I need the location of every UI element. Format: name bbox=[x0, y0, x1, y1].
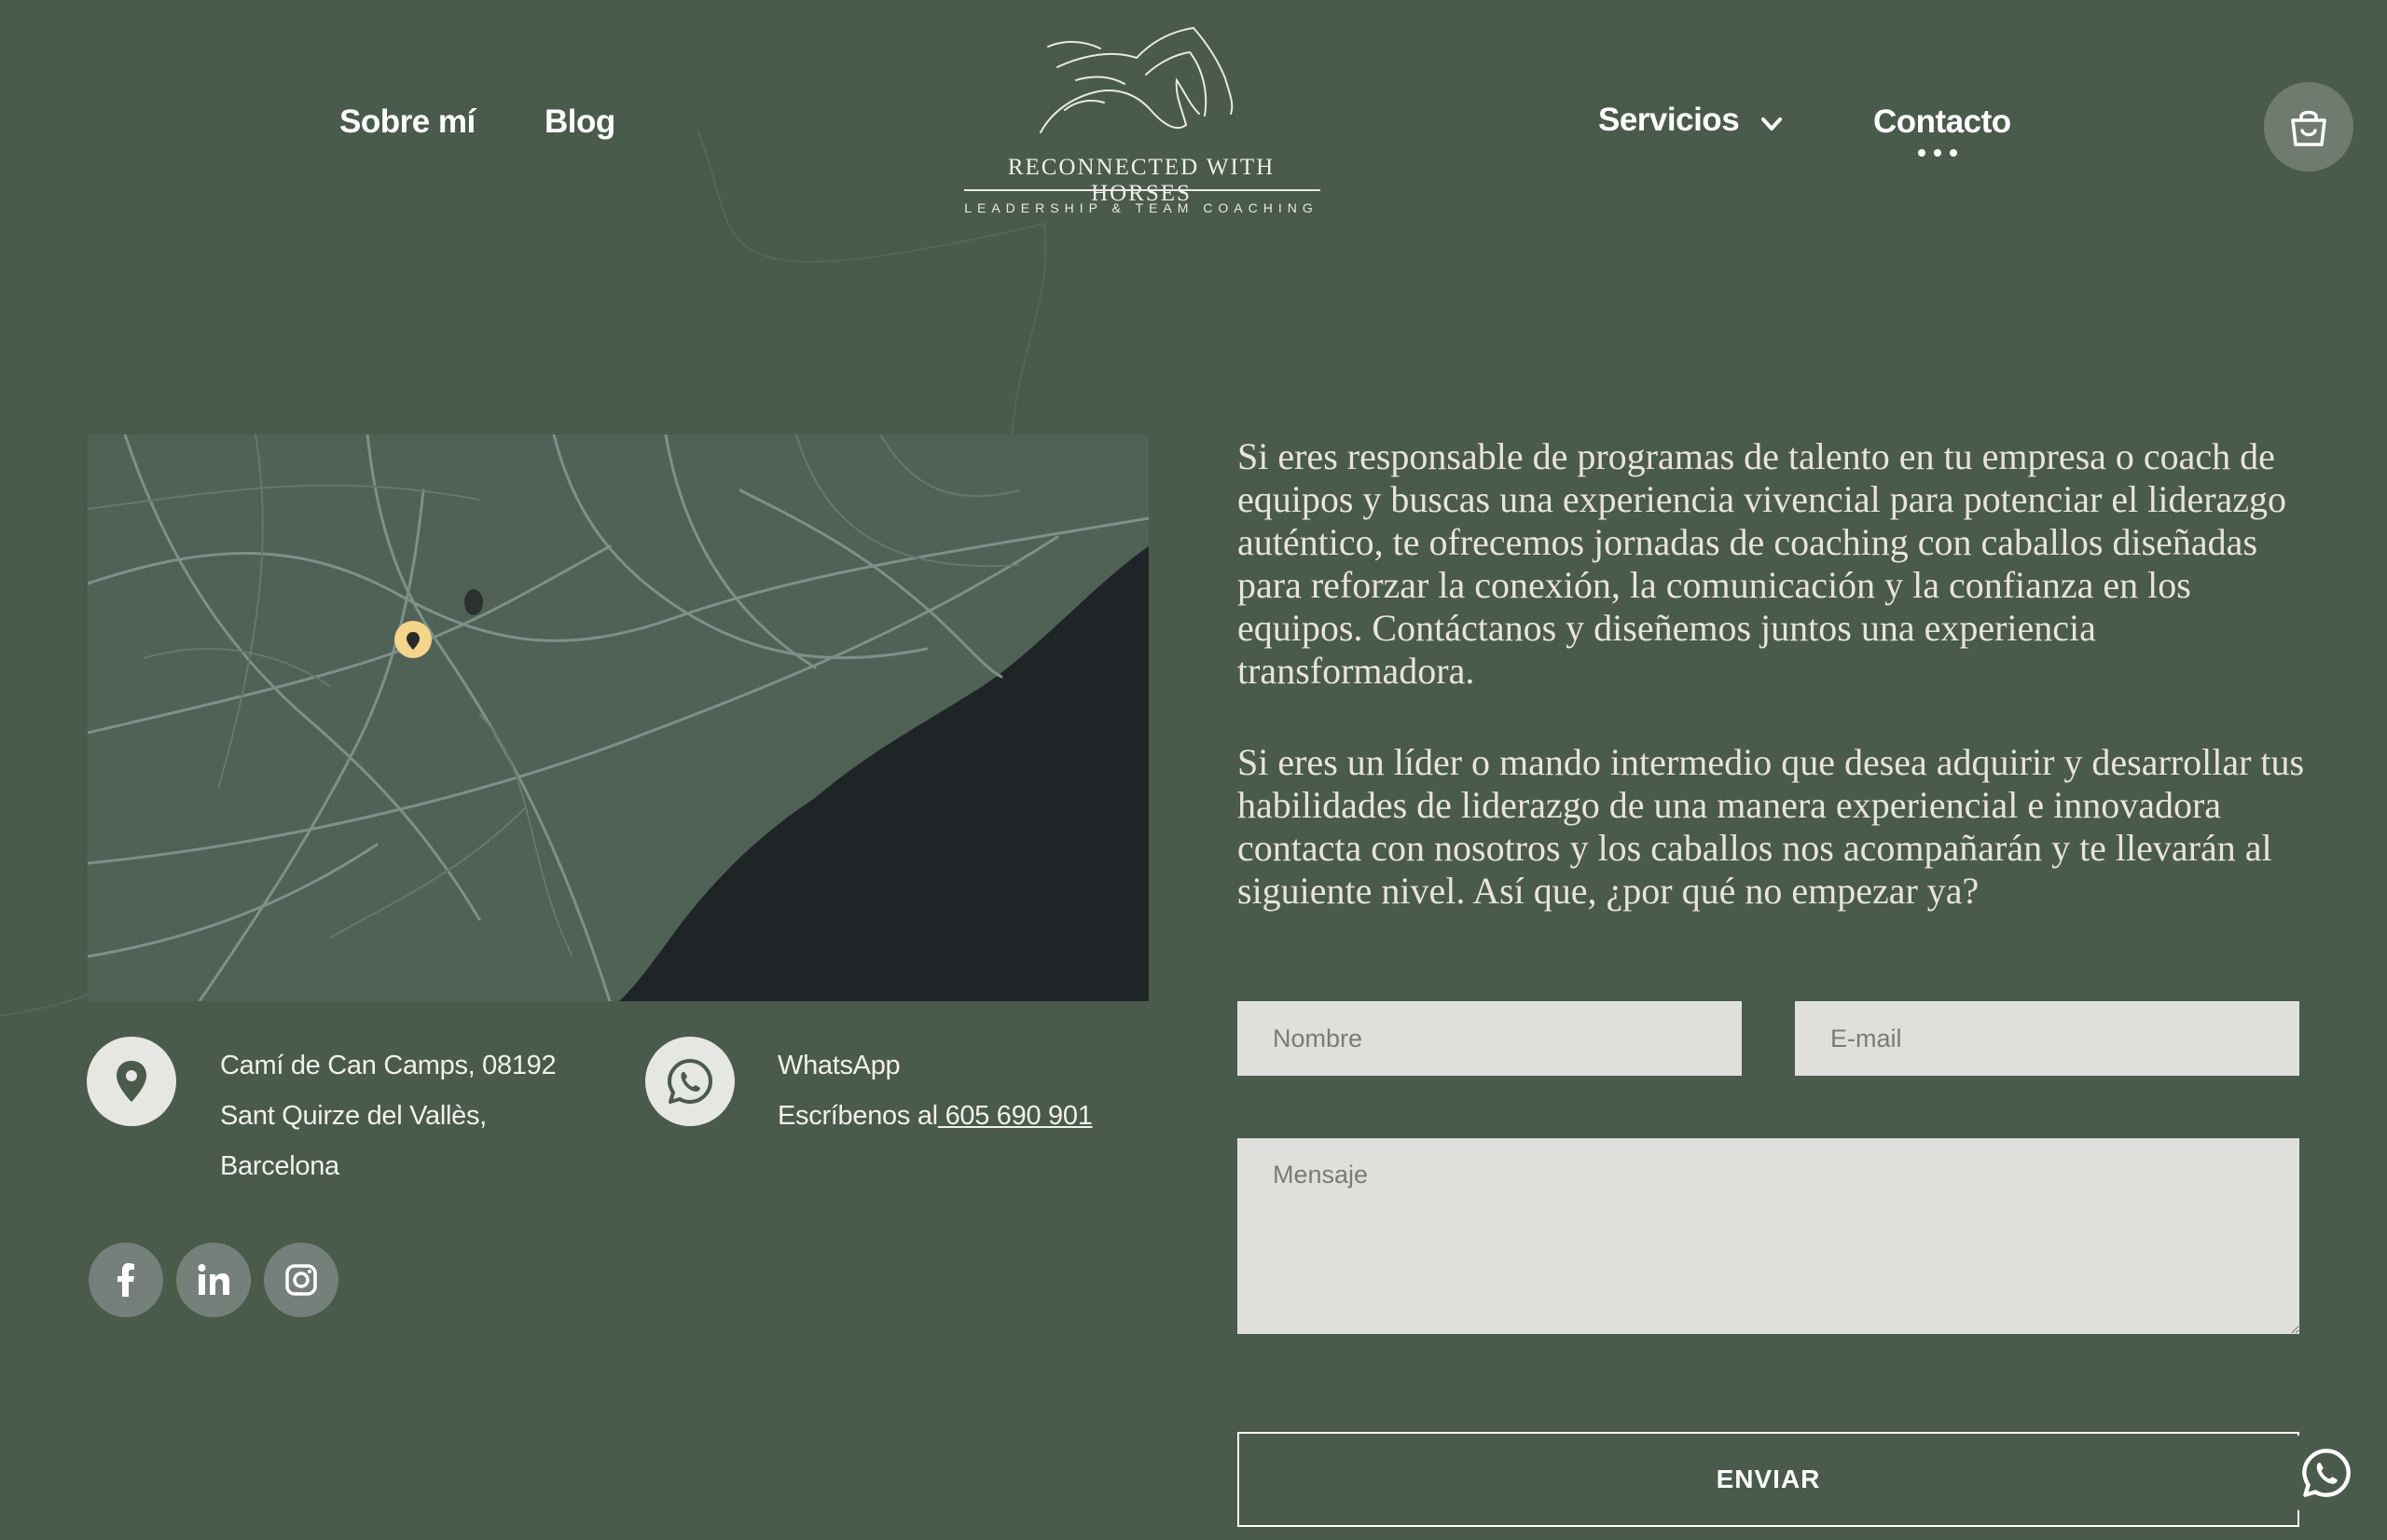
message-field[interactable] bbox=[1237, 1138, 2299, 1334]
logo[interactable]: RECONNECTED WITH HORSES LEADERSHIP & TEA… bbox=[955, 21, 1346, 226]
name-field[interactable] bbox=[1237, 1001, 1742, 1076]
address-block: Camí de Can Camps, 08192 Sant Quirze del… bbox=[220, 1040, 557, 1191]
location-icon-circle bbox=[87, 1037, 176, 1126]
linkedin-icon bbox=[198, 1264, 229, 1295]
logo-subtitle: LEADERSHIP & TEAM COACHING bbox=[964, 200, 1318, 215]
whatsapp-block: WhatsApp Escríbenos al 605 690 901 bbox=[778, 1040, 1093, 1141]
nav-sobre-mi[interactable]: Sobre mí bbox=[339, 101, 476, 144]
whatsapp-prefix: Escríbenos al bbox=[778, 1101, 938, 1131]
facebook-button[interactable] bbox=[89, 1243, 163, 1317]
submit-button[interactable]: ENVIAR bbox=[1237, 1432, 2299, 1527]
nav-servicios[interactable]: Servicios bbox=[1598, 99, 1784, 142]
whatsapp-icon-circle bbox=[645, 1037, 735, 1126]
map-pin-icon bbox=[117, 1061, 146, 1102]
address-line-2: Sant Quirze del Vallès, bbox=[220, 1101, 487, 1131]
nav-servicios-label: Servicios bbox=[1598, 102, 1740, 138]
horse-logo-icon bbox=[1040, 27, 1234, 133]
email-field[interactable] bbox=[1795, 1001, 2299, 1076]
address-line-1: Camí de Can Camps, 08192 bbox=[220, 1051, 557, 1080]
whatsapp-line: Escríbenos al 605 690 901 bbox=[778, 1091, 1093, 1141]
whatsapp-icon bbox=[2302, 1449, 2351, 1497]
address-line-3: Barcelona bbox=[220, 1151, 339, 1181]
whatsapp-float-button[interactable] bbox=[2280, 1426, 2373, 1519]
nav-blog[interactable]: Blog bbox=[545, 101, 615, 144]
instagram-icon bbox=[285, 1264, 317, 1296]
linkedin-button[interactable] bbox=[176, 1243, 251, 1317]
whatsapp-icon bbox=[668, 1059, 712, 1104]
shopping-bag-icon bbox=[2291, 110, 2326, 146]
logo-divider bbox=[964, 189, 1320, 191]
logo-title: RECONNECTED WITH HORSES bbox=[1007, 155, 1276, 206]
chevron-down-icon bbox=[1761, 117, 1783, 131]
intro-paragraph-1: Si eres responsable de programas de tale… bbox=[1237, 435, 2287, 692]
location-map[interactable] bbox=[88, 434, 1149, 1001]
active-indicator-dots bbox=[1918, 149, 1957, 157]
cart-button[interactable] bbox=[2264, 82, 2353, 172]
whatsapp-label: WhatsApp bbox=[778, 1051, 901, 1080]
intro-paragraph-2: Si eres un líder o mando intermedio que … bbox=[1237, 741, 2305, 912]
facebook-icon bbox=[117, 1263, 134, 1297]
instagram-button[interactable] bbox=[264, 1243, 338, 1317]
nav-contacto[interactable]: Contacto bbox=[1873, 101, 2011, 144]
map-marker-icon[interactable] bbox=[394, 621, 432, 658]
whatsapp-number-link[interactable]: 605 690 901 bbox=[938, 1101, 1093, 1131]
